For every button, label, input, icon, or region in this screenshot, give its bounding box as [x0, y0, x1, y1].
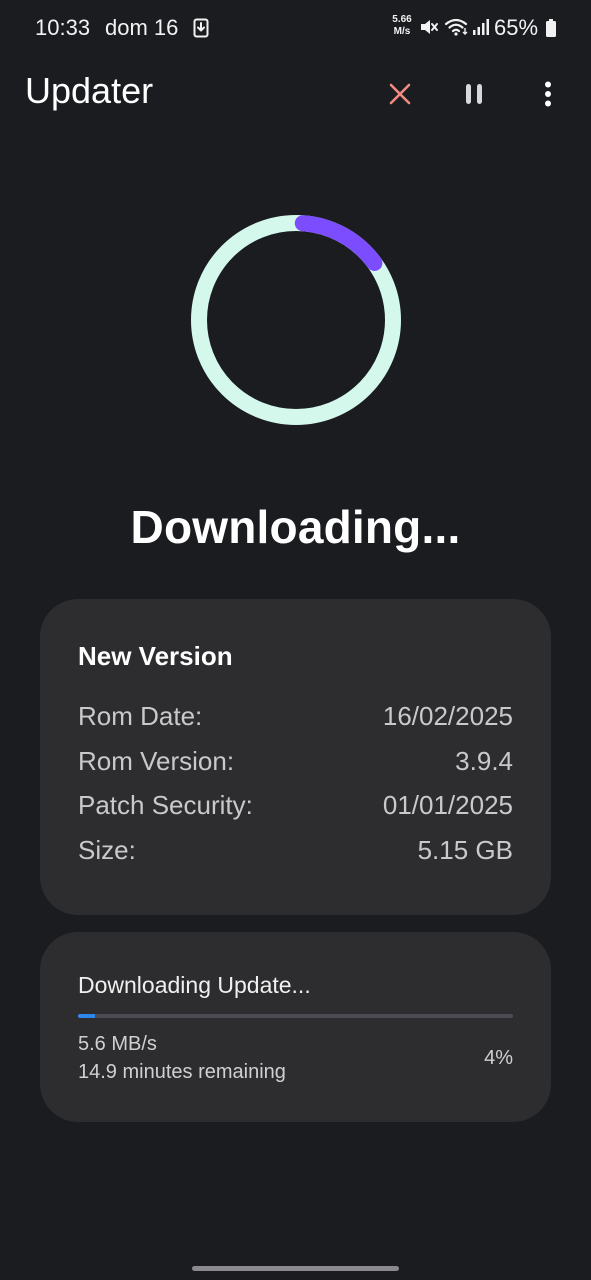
time-remaining: 14.9 minutes remaining	[78, 1061, 286, 1083]
info-value: 3.9.4	[455, 746, 513, 776]
info-value: 01/01/2025	[382, 790, 513, 820]
info-row-rom-date: Rom Date: 16/02/2025	[78, 701, 513, 735]
download-progress-card: Downloading Update... 5.6 MB/s 14.9 minu…	[40, 932, 551, 1122]
info-row-patch-security: Patch Security: 01/01/2025	[78, 790, 513, 824]
info-row-rom-version: Rom Version: 3.9.4	[78, 746, 513, 780]
mute-icon	[421, 20, 438, 34]
download-speed: 5.6 MB/s	[78, 1033, 157, 1055]
download-notification-icon	[193, 18, 209, 38]
network-speed: 5.66 M/s	[388, 14, 416, 38]
info-label: Patch Security:	[78, 790, 253, 820]
battery-percent: 65%	[494, 15, 539, 40]
network-speed-unit: M/s	[393, 26, 411, 37]
status-time: 10:33	[35, 15, 91, 40]
signal-icon	[473, 19, 489, 35]
cancel-download-button[interactable]	[376, 70, 424, 118]
network-speed-value: 5.66	[392, 14, 412, 25]
info-value: 5.15 GB	[417, 835, 513, 865]
status-bar: 10:33 dom 16 5.66 M/s 65%	[0, 0, 591, 56]
info-value: 16/02/2025	[382, 701, 513, 731]
download-status-heading: Downloading...	[130, 501, 461, 553]
more-options-button[interactable]	[524, 70, 572, 118]
status-date: dom 16	[105, 15, 179, 40]
battery-icon	[546, 19, 556, 37]
info-label: Rom Date:	[78, 701, 203, 731]
progress-ring-arc	[294, 215, 383, 271]
download-percent: 4%	[484, 1047, 513, 1069]
wifi-icon	[444, 18, 468, 36]
version-info-card: New Version Rom Date: 16/02/2025 Rom Ver…	[40, 599, 551, 915]
download-progress-fill	[78, 1014, 96, 1018]
pause-icon	[466, 84, 482, 104]
more-vert-icon	[545, 81, 551, 107]
pause-download-button[interactable]	[450, 70, 498, 118]
gesture-nav-handle[interactable]	[192, 1266, 399, 1271]
download-progress-bar	[78, 1014, 513, 1018]
progress-ring	[191, 215, 401, 425]
app-title: Updater	[25, 70, 154, 111]
info-label: Size:	[78, 835, 136, 865]
close-icon	[389, 83, 411, 105]
card-title: New Version	[78, 641, 233, 671]
download-title: Downloading Update...	[78, 972, 311, 998]
info-row-size: Size: 5.15 GB	[78, 835, 513, 869]
info-label: Rom Version:	[78, 746, 235, 776]
